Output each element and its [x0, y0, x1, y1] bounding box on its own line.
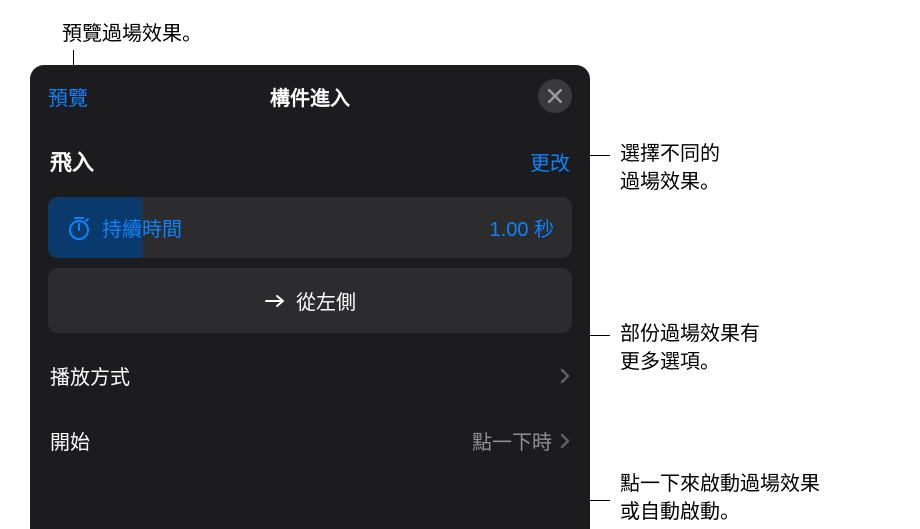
annotation-text: 更多選項。 [620, 351, 720, 373]
change-button[interactable]: 更改 [530, 147, 570, 176]
annotation-change: 選擇不同的 過場效果。 [620, 140, 720, 196]
direction-label: 從左側 [296, 286, 356, 315]
duration-label: 持續時間 [102, 213, 182, 242]
timer-icon [66, 215, 92, 241]
direction-button[interactable]: 從左側 [48, 268, 572, 333]
effect-name: 飛入 [50, 145, 94, 177]
annotation-preview: 預覽過場效果。 [62, 20, 202, 48]
duration-slider[interactable]: 持續時間 1.00 秒 [48, 197, 572, 258]
effect-row: 飛入 更改 [30, 127, 590, 187]
start-row[interactable]: 開始 點一下時 [30, 408, 590, 473]
delivery-row[interactable]: 播放方式 [30, 343, 590, 408]
annotation-options: 部份過場效果有 更多選項。 [620, 320, 760, 376]
panel-title: 構件進入 [270, 82, 350, 111]
duration-value: 1.00 秒 [490, 213, 554, 242]
row-right [560, 368, 570, 384]
annotation-text: 過場效果。 [620, 171, 720, 193]
start-value: 點一下時 [472, 426, 552, 455]
annotation-text: 選擇不同的 [620, 143, 720, 165]
chevron-right-icon [560, 368, 570, 384]
annotation-text: 部份過場效果有 [620, 323, 760, 345]
panel-header: 預覽 構件進入 [30, 65, 590, 127]
annotation-text: 或自動啟動。 [620, 501, 740, 523]
duration-left: 持續時間 [66, 213, 182, 242]
annotation-text: 點一下來啟動過場效果 [620, 473, 820, 495]
close-button[interactable] [538, 79, 572, 113]
start-label: 開始 [50, 426, 90, 455]
delivery-label: 播放方式 [50, 361, 130, 390]
chevron-right-icon [560, 433, 570, 449]
row-right: 點一下時 [472, 426, 570, 455]
close-icon [548, 89, 562, 103]
arrow-right-icon [264, 292, 286, 310]
build-in-panel: 預覽 構件進入 飛入 更改 持續時間 1.00 秒 從左側 [30, 65, 590, 529]
annotation-start: 點一下來啟動過場效果 或自動啟動。 [620, 470, 820, 526]
preview-button[interactable]: 預覽 [48, 82, 88, 111]
